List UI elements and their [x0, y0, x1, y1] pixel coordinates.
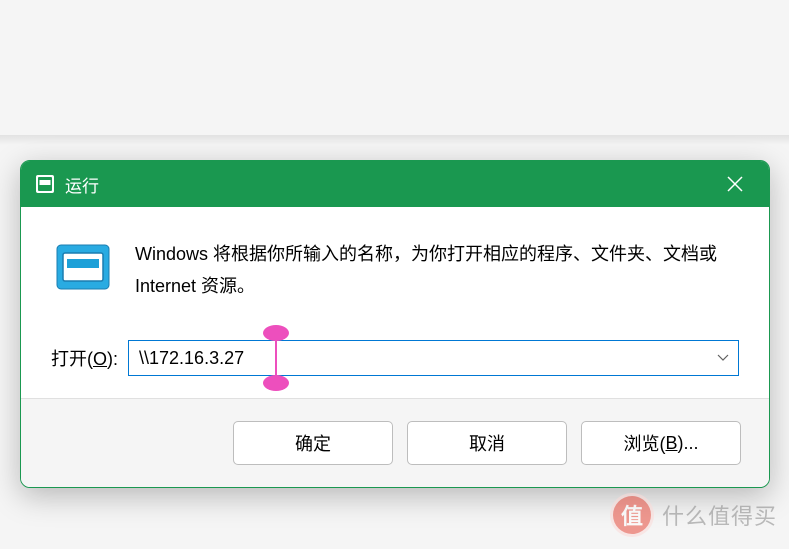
run-dialog: 运行 Windows 将根据你所输入的名称，为你打开相应的程序、文件夹、文档或 … — [20, 160, 770, 488]
info-row: Windows 将根据你所输入的名称，为你打开相应的程序、文件夹、文档或 Int… — [51, 239, 739, 302]
open-combobox — [128, 340, 739, 376]
backdrop-shadow — [0, 135, 789, 145]
open-input[interactable] — [128, 340, 739, 376]
browse-button[interactable]: 浏览(B)... — [581, 421, 741, 465]
open-label: 打开(O): — [51, 345, 118, 371]
dialog-footer: 确定 取消 浏览(B)... — [21, 398, 769, 487]
run-icon — [35, 174, 55, 194]
close-icon — [727, 176, 743, 192]
dialog-description: Windows 将根据你所输入的名称，为你打开相应的程序、文件夹、文档或 Int… — [135, 239, 739, 302]
watermark-text: 什么值得买 — [662, 499, 777, 531]
close-button[interactable] — [715, 164, 755, 204]
titlebar[interactable]: 运行 — [21, 161, 769, 207]
run-icon-large — [55, 241, 111, 297]
cancel-button[interactable]: 取消 — [407, 421, 567, 465]
input-row: 打开(O): — [51, 340, 739, 376]
dialog-content: Windows 将根据你所输入的名称，为你打开相应的程序、文件夹、文档或 Int… — [21, 207, 769, 398]
watermark-badge: 值 — [610, 493, 654, 537]
watermark: 值 什么值得买 — [610, 493, 777, 537]
ok-button[interactable]: 确定 — [233, 421, 393, 465]
dialog-title: 运行 — [65, 172, 715, 197]
